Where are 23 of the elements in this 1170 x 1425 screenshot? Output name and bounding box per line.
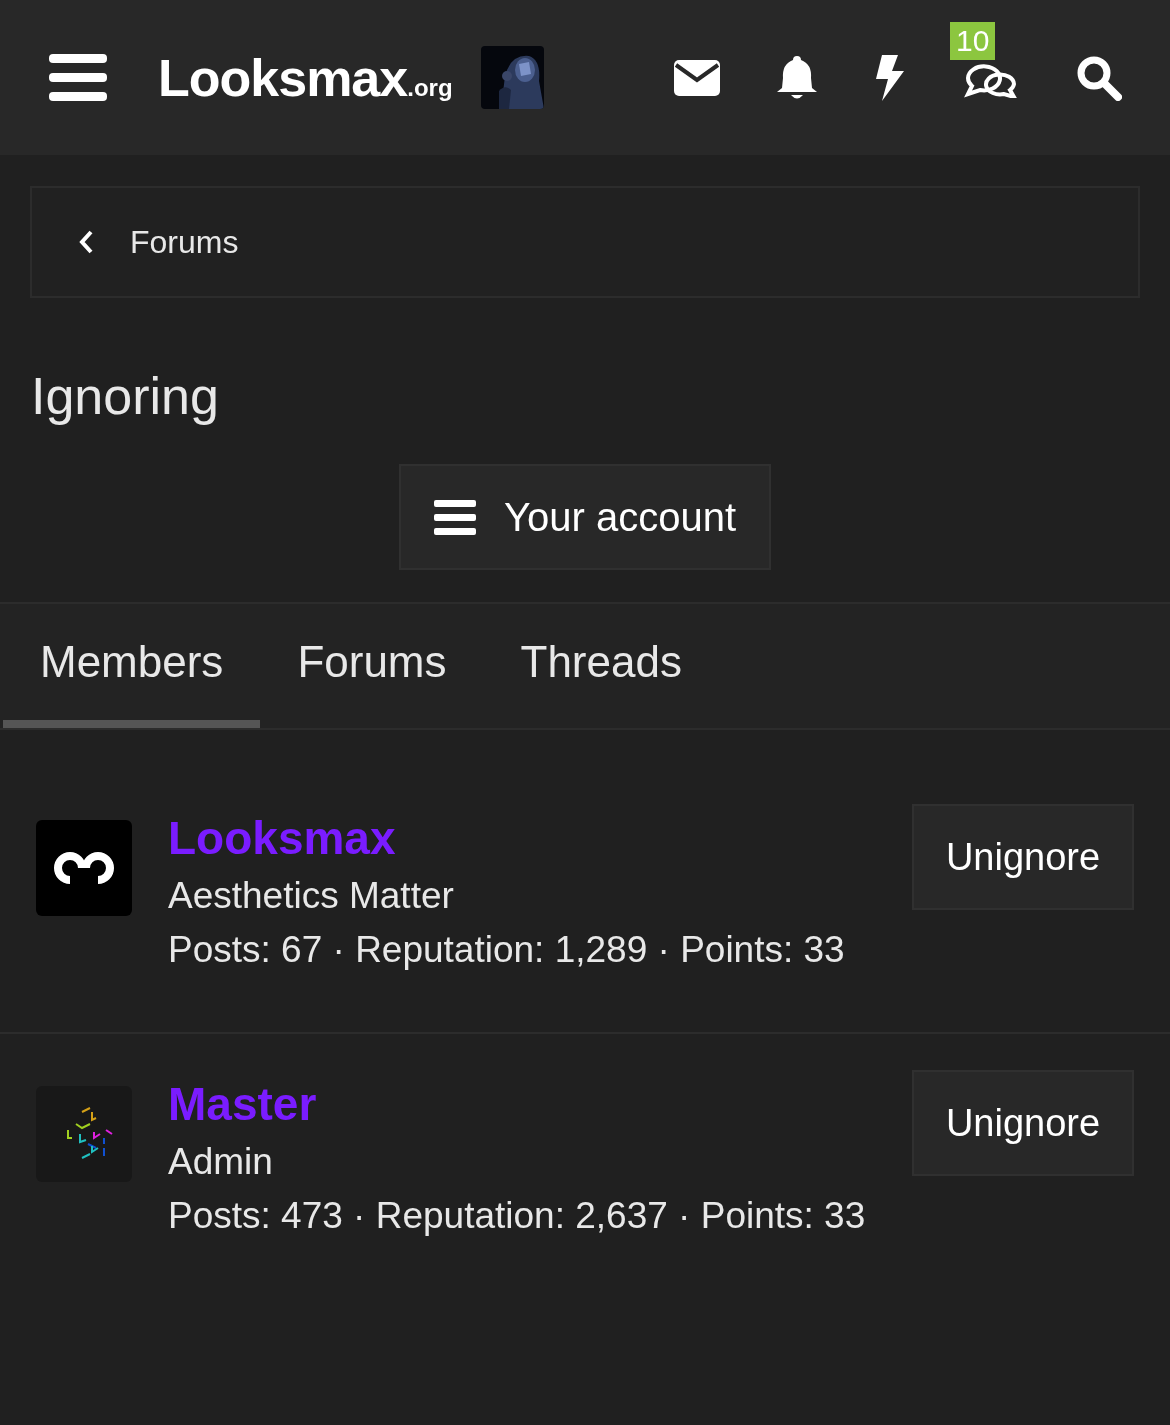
tab[interactable]: Threads: [483, 604, 719, 728]
member-stats: Posts: 67 · Reputation: 1,289 · Points: 33: [168, 928, 846, 972]
avatar[interactable]: [36, 820, 132, 916]
unignore-button[interactable]: Unignore: [912, 1070, 1134, 1176]
member-title: Aesthetics Matter: [168, 874, 455, 918]
unignore-button[interactable]: Unignore: [912, 804, 1134, 910]
menu-icon: [434, 499, 476, 535]
tab[interactable]: Forums: [260, 604, 484, 728]
notification-badge: 10: [950, 21, 996, 60]
member-stats: Posts: 473 · Reputation: 2,637 · Points: 33: [168, 1194, 867, 1238]
menu-icon: [48, 51, 108, 104]
bell-icon[interactable]: [776, 55, 818, 100]
chevron-left-icon: [78, 229, 94, 255]
chat-icon[interactable]: [964, 63, 1018, 98]
member-title: Admin: [168, 1140, 274, 1184]
site-logo[interactable]: Looksmax.org: [158, 38, 453, 117]
lightning-icon[interactable]: [874, 54, 904, 101]
account-menu-button[interactable]: Your account: [399, 464, 771, 570]
menu-button[interactable]: [48, 51, 108, 104]
search-icon[interactable]: [1076, 54, 1122, 101]
envelope-icon[interactable]: [674, 59, 720, 96]
page-title: Ignoring: [31, 366, 220, 426]
breadcrumb-link[interactable]: Forums: [30, 186, 1140, 298]
